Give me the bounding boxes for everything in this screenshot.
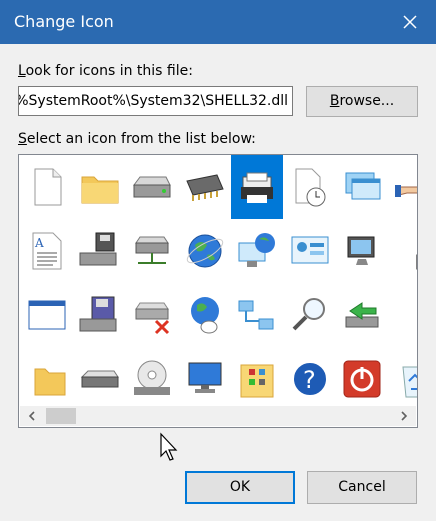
file-label: Look for icons in this file: — [18, 63, 193, 79]
folder-partial-icon — [34, 368, 66, 396]
cancel-button[interactable]: Cancel — [307, 471, 417, 504]
icon-cell[interactable]: ? — [284, 347, 336, 411]
icon-cell[interactable] — [389, 283, 419, 347]
icon-cell[interactable] — [21, 347, 73, 411]
icon-file-path-text: %SystemRoot%\System32\SHELL32.dll — [18, 93, 288, 109]
shortcut-arrow-icon — [416, 254, 417, 270]
icon-list-label: Select an icon from the list below: — [18, 131, 256, 147]
browse-button[interactable]: Browse... — [306, 86, 418, 117]
icon-cell[interactable] — [74, 155, 126, 219]
cd-drive-icon — [134, 360, 170, 395]
icon-cell[interactable] — [179, 219, 231, 283]
horizontal-scrollbar[interactable] — [20, 406, 416, 426]
scroll-left-icon[interactable] — [26, 410, 38, 422]
icon-cell[interactable] — [336, 219, 388, 283]
floppy-drive-icon — [79, 232, 116, 266]
icon-list[interactable]: A? — [18, 154, 418, 428]
control-panel-icon — [291, 236, 328, 264]
scroll-right-icon[interactable] — [398, 410, 410, 422]
icon-cell[interactable] — [336, 283, 388, 347]
text-document-icon: A — [32, 232, 62, 270]
icon-cell[interactable] — [126, 283, 178, 347]
icon-cell[interactable] — [231, 283, 283, 347]
icon-file-path-input[interactable]: %SystemRoot%\System32\SHELL32.dll — [18, 86, 293, 116]
network-globe-icon — [238, 233, 275, 267]
scroll-thumb[interactable] — [46, 408, 76, 424]
mouse-cursor-icon — [160, 432, 178, 461]
blank-document-icon — [34, 168, 62, 206]
icon-cell[interactable] — [231, 219, 283, 283]
memory-chip-icon — [185, 174, 224, 201]
hard-drive-icon — [133, 176, 171, 198]
icon-cell[interactable] — [126, 219, 178, 283]
display-settings-icon — [347, 236, 375, 265]
icon-cell[interactable] — [74, 219, 126, 283]
icon-cell[interactable] — [284, 219, 336, 283]
icon-cell[interactable] — [336, 347, 388, 411]
icon-cell[interactable] — [179, 283, 231, 347]
icon-cell[interactable] — [179, 347, 231, 411]
icon-cell[interactable] — [21, 283, 73, 347]
application-window-icon — [28, 300, 66, 330]
folder-grid-icon — [240, 364, 274, 398]
icon-cell[interactable] — [336, 155, 388, 219]
shutdown-small-icon — [393, 293, 419, 337]
icon-cell[interactable] — [126, 155, 178, 219]
network-drive-icon — [135, 236, 169, 264]
hand-share-icon — [394, 185, 417, 197]
power-icon — [343, 360, 381, 398]
magnifier-icon — [292, 298, 325, 331]
close-icon[interactable] — [398, 10, 422, 34]
floppy-save-icon — [79, 296, 116, 332]
icon-cell[interactable] — [21, 155, 73, 219]
window-title: Change Icon — [14, 12, 114, 31]
globe-mouse-icon — [190, 297, 219, 334]
svg-text:A: A — [34, 236, 44, 250]
recycle-bin-icon — [401, 366, 417, 398]
icon-cell[interactable] — [284, 155, 336, 219]
icon-cell[interactable] — [74, 347, 126, 411]
icon-cell[interactable] — [284, 283, 336, 347]
printer-icon — [241, 172, 273, 203]
icon-cell[interactable]: A — [21, 219, 73, 283]
icon-cell[interactable] — [179, 155, 231, 219]
help-icon: ? — [291, 361, 328, 397]
icon-cell[interactable] — [74, 283, 126, 347]
disconnected-drive-icon — [135, 302, 170, 335]
window-cascade-icon — [345, 172, 381, 200]
drive-icon — [80, 370, 119, 388]
network-computers-icon — [238, 300, 274, 330]
folder-icon — [81, 176, 118, 204]
title-bar: Change Icon — [0, 0, 436, 44]
clock-document-icon — [295, 168, 325, 207]
globe-icon — [186, 234, 223, 268]
icon-cell[interactable] — [389, 155, 417, 219]
icon-cell[interactable] — [231, 155, 283, 219]
svg-text:?: ? — [303, 366, 316, 394]
drive-green-arrow-icon — [345, 302, 379, 328]
ok-button[interactable]: OK — [185, 471, 295, 504]
computer-monitor-icon — [188, 362, 221, 393]
icon-cell[interactable] — [231, 347, 283, 411]
icon-cell[interactable] — [389, 347, 417, 411]
icon-cell[interactable] — [126, 347, 178, 411]
icon-cell[interactable] — [389, 219, 417, 283]
